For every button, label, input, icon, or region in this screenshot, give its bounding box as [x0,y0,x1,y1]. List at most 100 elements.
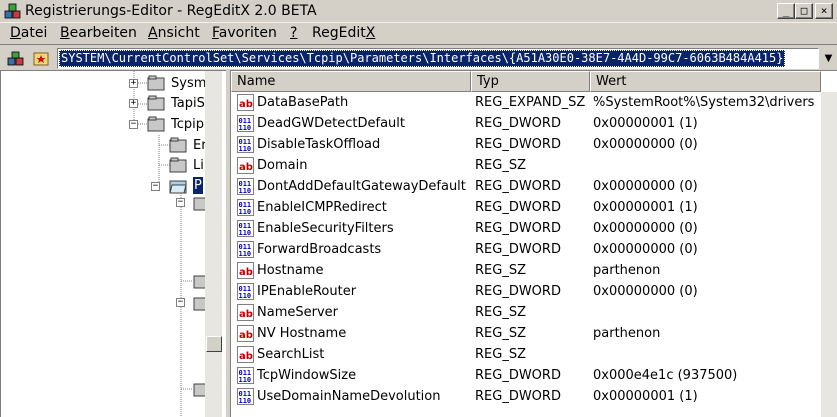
value-name: TcpWindowSize [257,368,357,383]
value-type: REG_DWORD [475,137,561,152]
svg-text:ab: ab [239,309,253,320]
column-header-name[interactable]: Name [231,71,471,92]
value-name: DisableTaskOffload [257,137,381,152]
collapse-icon[interactable]: − [129,120,138,129]
svg-text:ab: ab [239,162,253,173]
binary-value-icon: 011110 [237,115,254,132]
value-data: 0x00000000 (0) [593,242,698,257]
value-type: REG_EXPAND_SZ [475,95,586,110]
value-name: ForwardBroadcasts [257,242,382,257]
value-name: UseDomainNameDevolution [257,389,441,404]
menu-datei[interactable]: Datei [10,25,47,42]
table-row[interactable]: 011 110 DisableTaskOffload REG_DWORD 0x00000… [231,134,821,155]
value-type: REG_DWORD [475,284,561,299]
value-name: DeadGWDetectDefault [257,116,406,131]
table-row[interactable]: ab NameServer REG_SZ [231,302,821,323]
menu-favoriten[interactable]: Favoriten [212,25,277,42]
table-row[interactable]: ab Domain REG_SZ [231,155,821,176]
column-header-value[interactable]: Wert [590,71,821,92]
menu-help[interactable]: ? [290,25,297,42]
menu-bar: Datei Bearbeiten Ansicht Favoriten ? Reg… [0,24,837,43]
string-value-icon: ab [237,346,254,363]
table-row[interactable]: 011 110 DeadGWDetectDefault REG_DWORD 0x0000… [231,113,821,134]
table-row[interactable]: 011 110 IPEnableRouter REG_DWORD 0x00000000 … [231,281,821,302]
tree-item-label: P [193,177,203,194]
menu-bearbeiten[interactable]: Bearbeiten [60,25,137,42]
expand-icon[interactable]: + [129,99,138,108]
value-type: REG_DWORD [475,116,561,131]
favorite-star-icon[interactable] [33,51,49,67]
collapse-icon[interactable]: − [176,298,185,307]
string-value-icon: ab [237,325,254,342]
menu-ansicht[interactable]: Ansicht [148,25,200,42]
value-data: parthenon [593,326,661,341]
folder-icon [147,116,165,132]
table-row[interactable]: 011 110 UseDomainNameDevolution REG_DWORD 0x… [231,386,821,407]
value-data: %SystemRoot%\System32\drivers [593,95,815,110]
table-row[interactable]: 011 110 TcpWindowSize REG_DWORD 0x000e4e1c (… [231,365,821,386]
value-data: 0x00000001 (1) [593,389,698,404]
string-value-icon: ab [237,304,254,321]
table-row[interactable]: ab DataBasePath REG_EXPAND_SZ %SystemRoot%\… [231,92,821,113]
value-type: REG_SZ [475,305,526,320]
value-data: 0x00000001 (1) [593,200,698,215]
values-list[interactable]: Name Typ Wert ab DataBasePath REG_EXPAND_S… [230,70,837,417]
window-title: Registrierungs-Editor - RegEditX 2.0 BET… [25,3,317,19]
binary-value-icon: 011110 [237,388,254,405]
folder-icon [147,75,165,91]
chevron-down-icon[interactable]: ▼ [820,49,837,68]
folder-icon [169,137,187,153]
registry-path-text: SYSTEM\CurrentControlSet\Services\Tcpip\… [59,50,786,67]
table-row[interactable]: 011 110 EnableICMPRedirect REG_DWORD 0x00000… [231,197,821,218]
registry-tree[interactable]: + Sysm + TapiS − Tcpip Er Li − P − − [0,70,226,417]
maximize-button[interactable]: □ [795,3,813,19]
string-value-icon: ab [237,94,254,111]
value-type: REG_DWORD [475,200,561,215]
tree-scroll-thumb[interactable] [206,336,222,352]
string-value-icon: ab [237,262,254,279]
expand-icon[interactable]: + [129,79,138,88]
value-name: IPEnableRouter [257,284,357,299]
table-row[interactable]: 011 110 ForwardBroadcasts REG_DWORD 0x000000… [231,239,821,260]
folder-icon [147,95,165,111]
value-type: REG_SZ [475,263,526,278]
value-name: EnableSecurityFilters [257,221,394,236]
tree-vertical-scrollbar[interactable] [205,71,222,417]
collapse-icon[interactable]: − [151,182,160,191]
binary-value-icon: 011110 [237,136,254,153]
string-value-icon: ab [237,157,254,174]
binary-value-icon: 011110 [237,220,254,237]
svg-text:110: 110 [239,208,252,216]
minimize-button[interactable]: _ [777,3,795,19]
table-row[interactable]: 011 110 EnableSecurityFilters REG_DWORD 0x00… [231,218,821,239]
menu-regeditx[interactable]: RegEditX [312,25,375,42]
value-type: REG_SZ [475,347,526,362]
svg-text:ab: ab [239,99,253,110]
close-button[interactable]: × [815,3,833,19]
table-row[interactable]: ab NV Hostname REG_SZ parthenon [231,323,821,344]
column-header-type[interactable]: Typ [471,71,590,92]
table-row[interactable]: ab Hostname REG_SZ parthenon [231,260,821,281]
value-type: REG_DWORD [475,242,561,257]
table-row[interactable]: ab SearchList REG_SZ [231,344,821,365]
tree-item-label: Sysm [171,76,207,91]
value-name: Domain [257,158,308,173]
registry-cubes-icon[interactable] [7,51,25,67]
registry-path-input[interactable]: SYSTEM\CurrentControlSet\Services\Tcpip\… [57,48,819,69]
value-type: REG_DWORD [475,389,561,404]
svg-text:110: 110 [239,376,252,384]
svg-text:ab: ab [239,330,253,341]
address-bar: SYSTEM\CurrentControlSet\Services\Tcpip\… [0,44,837,70]
collapse-icon[interactable]: − [176,198,185,207]
binary-value-icon: 011110 [237,367,254,384]
tree-item-label: Li [193,158,204,173]
list-vertical-scrollbar[interactable] [821,92,837,417]
value-type: REG_SZ [475,326,526,341]
title-bar[interactable]: Registrierungs-Editor - RegEditX 2.0 BET… [0,0,837,23]
value-name: SearchList [257,347,325,362]
table-row[interactable]: 011 110 DontAddDefaultGatewayDefault REG_DW… [231,176,821,197]
value-type: REG_DWORD [475,368,561,383]
value-name: DontAddDefaultGatewayDefault [257,179,466,194]
value-name: NameServer [257,305,338,320]
value-data: 0x00000001 (1) [593,116,698,131]
